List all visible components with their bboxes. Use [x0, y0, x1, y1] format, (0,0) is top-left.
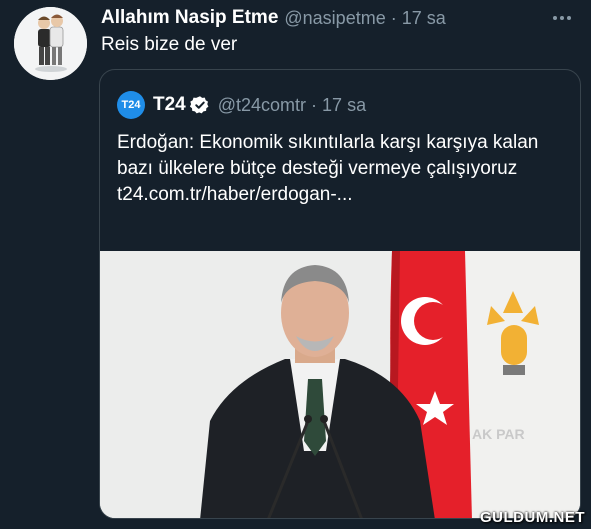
tweet-header: Allahım Nasip Etme @nasipetme · 17 sa [101, 6, 575, 30]
timestamp[interactable]: 17 sa [402, 8, 446, 29]
quoted-display-name[interactable]: T24 [153, 94, 186, 116]
user-handle[interactable]: @nasipetme [284, 8, 385, 29]
display-name[interactable]: Allahım Nasip Etme [101, 7, 278, 29]
avatar-cartoon-icon [14, 7, 87, 80]
tweet-text: Reis bize de ver [101, 34, 238, 55]
watermark: GULDUM.NET [480, 509, 585, 526]
more-options-button[interactable] [549, 6, 575, 30]
quoted-timestamp[interactable]: 17 sa [322, 95, 366, 116]
quoted-separator-dot: · [311, 94, 318, 115]
avatar[interactable] [14, 7, 87, 80]
svg-text:AK PAR: AK PAR [472, 426, 525, 442]
speaker-photo: AK PAR [100, 251, 580, 518]
quoted-tweet[interactable]: T24 T24 @t24comtr · 17 sa Erdoğan: Ekono… [99, 69, 581, 519]
quoted-tweet-body: Erdoğan: Ekonomik sıkıntılarla karşı kar… [117, 130, 567, 208]
quoted-tweet-header: T24 T24 @t24comtr · 17 sa [117, 91, 366, 119]
quoted-user-handle[interactable]: @t24comtr [218, 95, 306, 116]
more-dots-icon [553, 16, 571, 20]
quoted-tweet-text: Erdoğan: Ekonomik sıkıntılarla karşı kar… [117, 132, 539, 179]
quoted-tweet-link[interactable]: t24.com.tr/haber/erdogan-... [117, 182, 567, 208]
t24-logo-avatar[interactable]: T24 [117, 91, 145, 119]
verified-badge-icon [189, 95, 210, 115]
separator-dot: · [390, 7, 397, 28]
quoted-tweet-photo[interactable]: AK PAR [100, 251, 580, 518]
